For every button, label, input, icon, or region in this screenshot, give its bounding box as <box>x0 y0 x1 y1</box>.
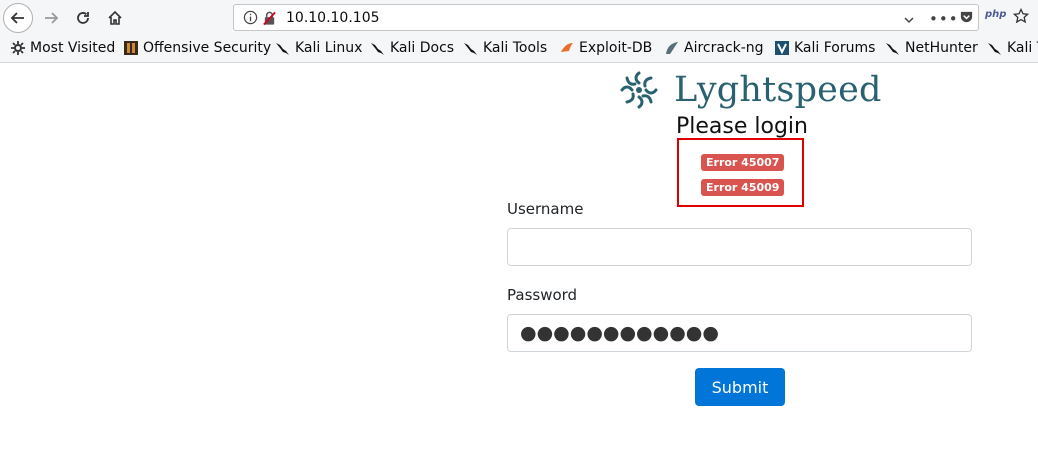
bookmark-nethunter[interactable]: NetHunter <box>885 40 978 56</box>
exploit-db-icon <box>559 40 575 56</box>
bookmark-label: Kali Docs <box>390 40 455 56</box>
browser-toolbar: 10.10.10.105 ••• php <box>0 0 1038 36</box>
bookmarks-toolbar: Most Visited Offensive Security Kali Lin… <box>0 36 1038 63</box>
page-content: Lyghtspeed Please login Error 45007 Erro… <box>0 63 1038 474</box>
arrow-right-icon <box>45 12 59 24</box>
bookmark-label: Most Visited <box>30 40 116 56</box>
password-input[interactable]: ●●●●●●●●●●●● <box>507 314 972 352</box>
submit-button[interactable]: Submit <box>695 368 785 406</box>
error-highlight-box: Error 45007 Error 45009 <box>677 138 804 207</box>
kali-dragon-icon <box>885 40 901 56</box>
bookmark-kali-tools[interactable]: Kali Tools <box>463 40 547 56</box>
bookmark-offensive-security[interactable]: Offensive Security <box>123 40 271 56</box>
bookmark-label: Kali Forums <box>794 40 876 56</box>
page-actions-icon[interactable]: ••• <box>929 10 959 28</box>
error-badge: Error 45009 <box>701 179 785 196</box>
gear-icon <box>10 40 26 56</box>
home-icon <box>108 10 122 25</box>
php-extension-icon[interactable]: php <box>985 9 1006 20</box>
reload-icon <box>77 12 89 24</box>
bookmark-kali-docs[interactable]: Kali Docs <box>370 40 454 56</box>
pocket-icon[interactable] <box>959 10 974 29</box>
bookmark-aircrack-ng[interactable]: Aircrack-ng <box>664 40 764 56</box>
offsec-icon <box>123 40 139 56</box>
kali-dragon-icon <box>463 40 479 56</box>
url-text[interactable]: 10.10.10.105 <box>286 10 380 26</box>
bookmark-label: Exploit-DB <box>579 40 653 56</box>
bookmark-label: Kali Tools <box>483 40 548 56</box>
back-button[interactable] <box>3 3 33 33</box>
bookmark-label: Kali T <box>1007 40 1038 56</box>
username-input[interactable] <box>507 228 972 266</box>
bookmark-label: Kali Linux <box>295 40 363 56</box>
bookmark-label: NetHunter <box>905 40 978 56</box>
arrow-left-icon <box>10 12 24 24</box>
star-icon[interactable] <box>1012 7 1030 28</box>
bookmark-label: Aircrack-ng <box>684 40 764 56</box>
bookmark-most-visited[interactable]: Most Visited <box>10 40 115 56</box>
kali-forums-icon <box>774 40 790 56</box>
username-label: Username <box>507 200 584 218</box>
reload-button[interactable] <box>68 3 98 33</box>
chevron-down-icon[interactable] <box>903 11 915 30</box>
bookmark-kali-tools-2[interactable]: Kali T <box>987 40 1038 56</box>
bookmark-kali-linux[interactable]: Kali Linux <box>275 40 362 56</box>
page-title: Please login <box>676 114 808 139</box>
brand-name: Lyghtspeed <box>674 70 882 110</box>
kali-dragon-icon <box>987 40 1003 56</box>
lyghtspeed-logo-icon <box>620 71 658 109</box>
error-badge: Error 45007 <box>701 154 785 171</box>
bookmark-kali-forums[interactable]: Kali Forums <box>774 40 875 56</box>
info-icon[interactable] <box>243 10 258 29</box>
forward-button[interactable] <box>36 3 66 33</box>
bookmark-label: Offensive Security <box>143 40 272 56</box>
insecure-lock-icon[interactable] <box>262 10 277 30</box>
password-label: Password <box>507 286 578 304</box>
kali-dragon-icon <box>370 40 386 56</box>
aircrack-icon <box>664 40 680 56</box>
bookmark-exploit-db[interactable]: Exploit-DB <box>559 40 652 56</box>
address-bar[interactable]: 10.10.10.105 ••• <box>233 4 979 31</box>
brand-logo: Lyghtspeed <box>618 69 882 111</box>
kali-dragon-icon <box>275 40 291 56</box>
home-button[interactable] <box>100 3 130 33</box>
